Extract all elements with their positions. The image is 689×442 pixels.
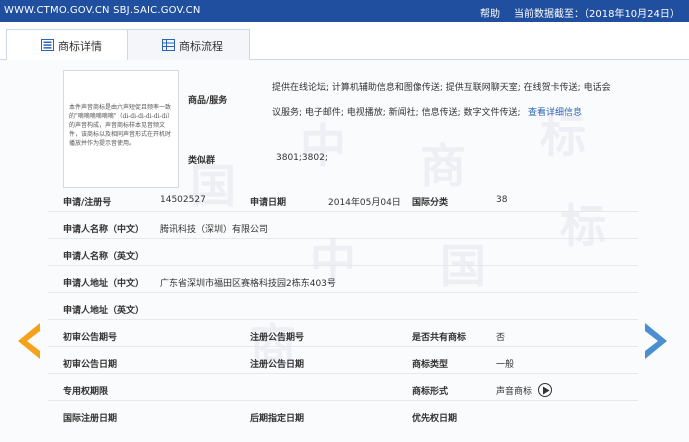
trademark-image: 本件声音商标是由六声短促且频率一致的"嘀嘀嘀嘀嘀嘀"（di-di-di-di-d…	[63, 70, 179, 188]
row-divider	[48, 400, 638, 401]
reg-pub-date-label: 注册公告日期	[250, 360, 305, 370]
exclusive-period-label: 专用权期限	[63, 387, 109, 397]
reg-no-value: 14502527	[160, 195, 206, 205]
address-cn-value: 广东省深圳市福田区赛格科技园2栋东403号	[160, 279, 336, 289]
intl-class-value: 38	[496, 195, 508, 205]
shared-tm-label: 是否共有商标	[412, 333, 467, 343]
priority-date-label: 优先权日期	[412, 414, 458, 424]
chevron-left-icon	[18, 323, 40, 359]
intl-class-label: 国际分类	[412, 198, 449, 208]
address-en-label: 申请人地址（英文）	[63, 306, 145, 316]
goods-value-line1: 提供在线论坛; 计算机辅助信息和图像传送; 提供互联网聊天室; 在线贺卡传送; …	[272, 83, 611, 93]
shared-tm-value: 否	[496, 333, 506, 343]
tm-form-value: 声音商标	[496, 387, 533, 397]
app-date-label: 申请日期	[250, 198, 287, 208]
detail-panel: 中 商 标 国 中 国 标 商 本件声音商标是由六声短促且频率一致的"嘀嘀嘀嘀嘀…	[0, 60, 689, 442]
row-divider	[48, 373, 638, 374]
play-icon	[543, 386, 550, 395]
address-cn-label: 申请人地址（中文）	[63, 279, 145, 289]
later-designation-label: 后期指定日期	[250, 414, 305, 424]
row-divider	[48, 346, 638, 347]
document-icon	[41, 39, 54, 51]
tab-bar: 商标详情 商标流程	[0, 22, 689, 61]
data-date-text: 当前数据截至：（2018年10月24日）	[514, 9, 680, 20]
tm-type-label: 商标类型	[412, 360, 449, 370]
next-arrow-button[interactable]	[645, 323, 667, 359]
chevron-right-icon	[645, 323, 667, 359]
help-link[interactable]: 帮助	[480, 5, 500, 20]
intl-reg-date-label: 国际注册日期	[63, 414, 118, 424]
applicant-cn-label: 申请人名称（中文）	[63, 225, 145, 235]
row-divider	[48, 211, 638, 212]
goods-value-line2: 议服务; 电子邮件; 电视播放; 新闻社; 信息传送; 数字文件传送;	[272, 108, 521, 118]
top-bar: WWW.CTMO.GOV.CN SBJ.SAIC.GOV.CN 帮助 当前数据截…	[0, 0, 689, 22]
watermark-char: 国	[440, 239, 486, 293]
tm-type-value: 一般	[496, 360, 515, 370]
tab-trademark-details[interactable]: 商标详情	[6, 29, 128, 61]
row-divider	[48, 238, 638, 239]
tab-trademark-process[interactable]: 商标流程	[128, 29, 250, 60]
view-details-link[interactable]: 查看详细信息	[528, 105, 582, 118]
previous-arrow-button[interactable]	[18, 323, 40, 359]
row-divider	[48, 292, 638, 293]
row-divider	[48, 265, 638, 266]
trademark-image-text: 本件声音商标是由六声短促且频率一致的"嘀嘀嘀嘀嘀嘀"（di-di-di-di-d…	[69, 104, 174, 147]
applicant-en-label: 申请人名称（英文）	[63, 252, 145, 262]
similar-group-value: 3801;3802;	[276, 153, 328, 163]
play-sound-button[interactable]	[538, 383, 552, 397]
tab-label: 商标流程	[179, 40, 223, 53]
tab-label: 商标详情	[58, 40, 102, 53]
grid-icon	[162, 39, 175, 51]
watermark-char: 中	[300, 119, 346, 173]
prelim-pub-date-label: 初审公告日期	[63, 360, 118, 370]
tm-form-label: 商标形式	[412, 387, 449, 397]
goods-label: 商品/服务	[188, 96, 228, 106]
watermark-char: 标	[560, 199, 606, 253]
watermark-char: 商	[420, 139, 466, 193]
app-date-value: 2014年05月04日	[328, 198, 401, 208]
reg-no-label: 申请/注册号	[63, 198, 112, 208]
similar-group-label: 类似群	[188, 156, 216, 166]
reg-pub-no-label: 注册公告期号	[250, 333, 305, 343]
prelim-pub-no-label: 初审公告期号	[63, 333, 118, 343]
row-divider	[48, 319, 638, 320]
site-url: WWW.CTMO.GOV.CN SBJ.SAIC.GOV.CN	[4, 5, 201, 16]
applicant-cn-value: 腾讯科技（深圳）有限公司	[160, 225, 269, 235]
